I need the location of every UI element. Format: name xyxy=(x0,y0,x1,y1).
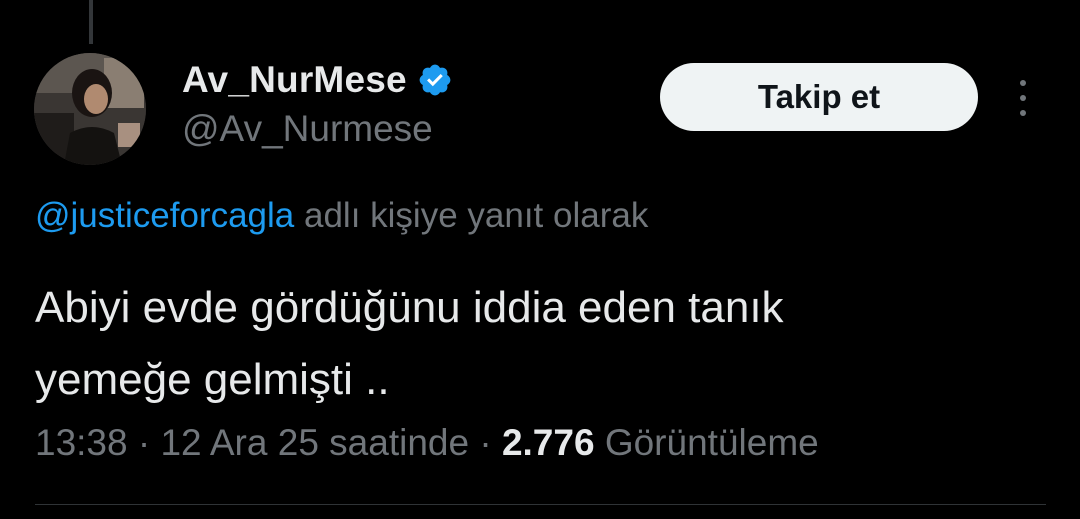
views-label: Görüntüleme xyxy=(604,422,819,463)
tweet-meta: 13:38 · 12 Ara 25 saatinde · 2.776 Görün… xyxy=(35,422,819,464)
tweet-time[interactable]: 13:38 xyxy=(35,422,128,463)
reply-context-suffix: adlı kişiye yanıt olarak xyxy=(304,196,649,235)
tweet-date[interactable]: 12 Ara 25 saatinde xyxy=(160,422,469,463)
tweet-text-line: yemeğe gelmişti .. xyxy=(35,355,390,404)
meta-separator: · xyxy=(137,422,151,463)
views-count: 2.776 xyxy=(501,422,595,463)
verified-badge-icon xyxy=(417,62,453,98)
more-dot xyxy=(1020,95,1026,101)
tweet-text: Abiyi evde gördüğünu iddia eden tanık ye… xyxy=(35,272,1045,416)
avatar-photo xyxy=(34,53,146,165)
avatar[interactable] xyxy=(34,53,146,165)
thread-connector-line xyxy=(89,0,93,44)
more-dot xyxy=(1020,110,1026,116)
author-handle[interactable]: @Av_Nurmese xyxy=(182,108,433,150)
author-name-row[interactable]: Av_NurMese xyxy=(182,58,453,102)
reply-mention-link[interactable]: @justiceforcagla xyxy=(35,196,294,235)
divider xyxy=(35,504,1046,505)
author-display-name[interactable]: Av_NurMese xyxy=(182,59,407,101)
follow-button[interactable]: Takip et xyxy=(660,63,978,131)
reply-context: @justiceforcagla adlı kişiye yanıt olara… xyxy=(35,196,648,236)
tweet-text-line: Abiyi evde gördüğünu iddia eden tanık xyxy=(35,283,784,332)
more-vertical-icon[interactable] xyxy=(1008,78,1038,118)
meta-separator: · xyxy=(479,422,492,463)
more-dot xyxy=(1020,80,1026,86)
